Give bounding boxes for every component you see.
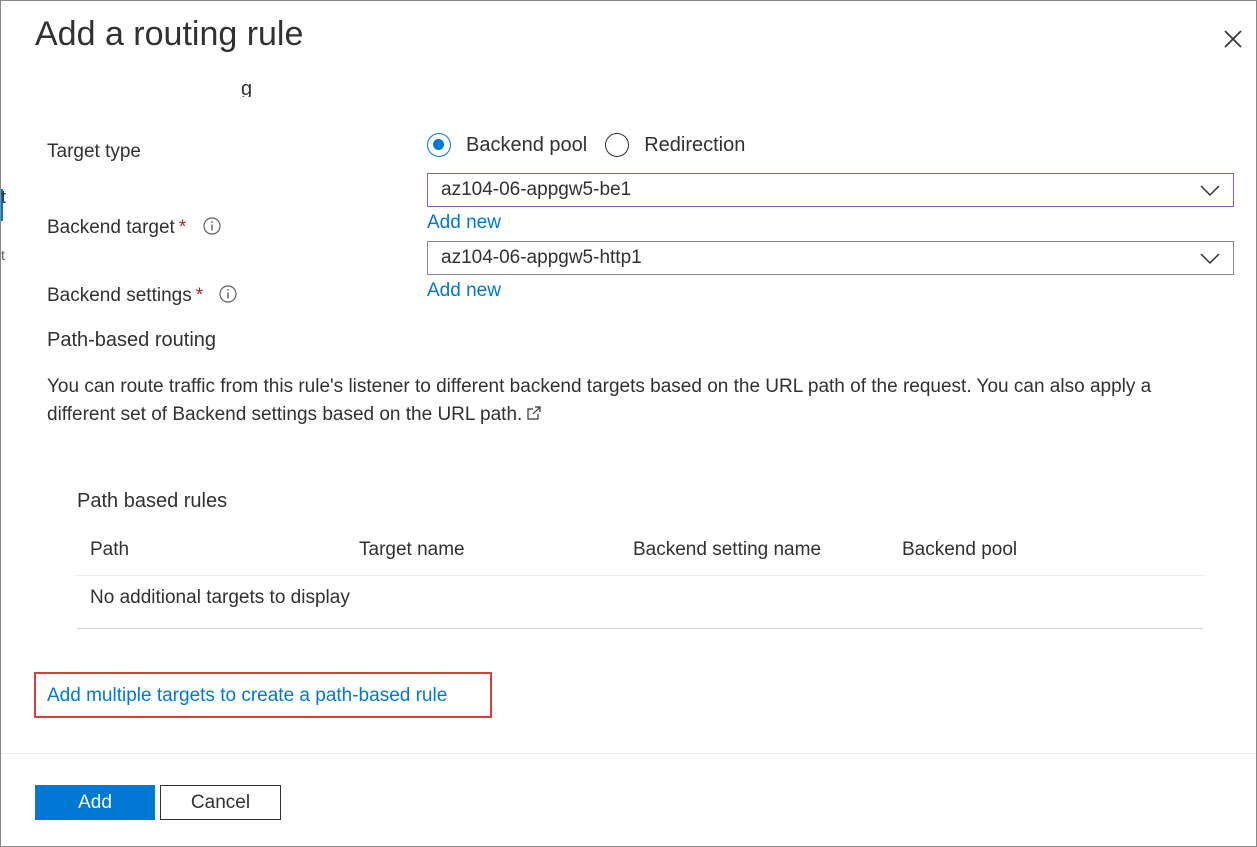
required-mark: * [178, 217, 187, 238]
info-icon[interactable] [202, 216, 222, 236]
table-empty-message: No additional targets to display [90, 587, 350, 608]
column-header-backend-pool: Backend pool [902, 539, 1018, 560]
cancel-button[interactable]: Cancel [160, 785, 281, 820]
backend-target-add-new-link[interactable]: Add new [427, 212, 501, 234]
panel-title: Add a routing rule [35, 15, 304, 53]
chevron-down-icon [1200, 185, 1220, 197]
routing-rule-panel: t t Add a routing rule g Target type Bac… [0, 0, 1257, 847]
left-nav-text-fragment-2: t [1, 247, 5, 263]
info-icon[interactable] [218, 284, 238, 304]
required-mark: * [195, 285, 204, 306]
table-header: Path Target name Backend setting name Ba… [77, 529, 1203, 576]
radio-backend-pool-label: Backend pool [466, 133, 588, 156]
path-based-rules-title: Path based rules [77, 490, 228, 512]
target-type-radio-group: Backend pool Redirection [427, 133, 763, 157]
column-header-target-name: Target name [359, 539, 465, 560]
backend-settings-dropdown[interactable]: az104-06-appgw5-http1 [427, 241, 1234, 275]
column-header-backend-setting-name: Backend setting name [633, 539, 822, 560]
column-header-path: Path [90, 539, 130, 560]
backend-target-label-text: Backend target [47, 217, 175, 238]
close-icon [1224, 30, 1242, 48]
left-nav-text-fragment: t [1, 187, 7, 207]
backend-target-label: Backend target * [47, 217, 222, 239]
add-multiple-targets-link[interactable]: Add multiple targets to create a path-ba… [47, 685, 447, 707]
table-row: No additional targets to display [77, 576, 1203, 629]
scrolled-text-fragment: g [241, 83, 253, 97]
chevron-down-icon [1200, 253, 1220, 265]
radio-redirection-label: Redirection [644, 133, 746, 156]
radio-backend-pool-circle[interactable] [427, 133, 451, 157]
backend-settings-label: Backend settings * [47, 285, 238, 307]
radio-backend-pool[interactable]: Backend pool [427, 133, 587, 157]
add-button[interactable]: Add [35, 785, 155, 820]
backend-target-dropdown[interactable]: az104-06-appgw5-be1 [427, 173, 1234, 207]
backend-settings-label-text: Backend settings [47, 285, 192, 306]
close-button[interactable] [1219, 25, 1247, 53]
backend-settings-value: az104-06-appgw5-http1 [441, 247, 642, 268]
path-based-routing-description-text: You can route traffic from this rule's l… [47, 376, 1152, 425]
radio-redirection[interactable]: Redirection [605, 133, 745, 157]
radio-redirection-circle[interactable] [605, 133, 630, 157]
path-based-routing-description: You can route traffic from this rule's l… [47, 373, 1207, 429]
backend-settings-add-new-link[interactable]: Add new [427, 280, 501, 302]
path-based-rules-table: Path Target name Backend setting name Ba… [77, 529, 1203, 629]
backend-target-value: az104-06-appgw5-be1 [441, 179, 632, 200]
footer-divider [1, 753, 1256, 754]
path-based-routing-heading: Path-based routing [47, 329, 217, 351]
target-type-label: Target type [47, 141, 141, 162]
external-link-icon[interactable] [526, 405, 542, 421]
